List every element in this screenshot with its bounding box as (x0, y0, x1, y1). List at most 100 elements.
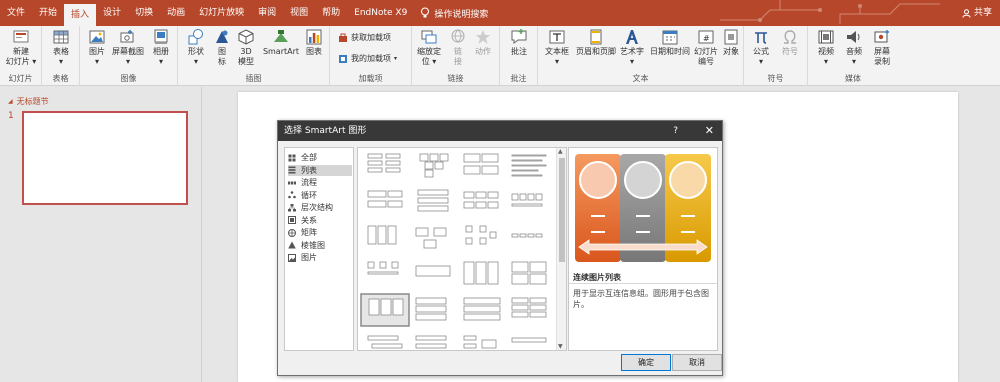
group-comments: 批注 批注 (500, 26, 538, 86)
category-item-3[interactable]: 循环 (288, 190, 352, 201)
icons-button[interactable]: 图 标 (212, 28, 232, 67)
category-item-6[interactable]: 矩阵 (288, 227, 352, 238)
tell-me-box[interactable]: 操作说明搜索 (420, 7, 488, 20)
group-label-comments: 批注 (510, 74, 527, 83)
section-header[interactable]: ◢ 无标题节 (8, 96, 49, 107)
tab-6[interactable]: 幻灯片放映 (192, 0, 251, 26)
equation-button[interactable]: 公式 ▾ (748, 28, 774, 67)
layout-thumbnail-10[interactable] (465, 225, 497, 245)
layout-thumbnail-19[interactable] (511, 297, 547, 318)
layout-thumbnail-22[interactable] (463, 335, 497, 349)
object-button[interactable]: 对象 (720, 28, 742, 57)
layout-thumbnail-1[interactable] (419, 153, 449, 178)
layout-thumbnail-8[interactable] (367, 225, 397, 245)
new-slide-label: 新建 幻灯片 ▾ (5, 47, 37, 66)
scroll-down-icon[interactable]: ▼ (558, 343, 563, 350)
picture-icon (89, 30, 105, 44)
ok-button[interactable]: 确定 (621, 354, 671, 371)
tab-1[interactable]: 开始 (32, 0, 64, 26)
screen-recording-button[interactable]: 屏幕 录制 (870, 28, 894, 67)
3d-models-button[interactable]: 3D 模型 (234, 28, 258, 67)
zoom-button[interactable]: 缩放定 位 ▾ (414, 28, 444, 67)
tab-3[interactable]: 设计 (96, 0, 128, 26)
comment-button[interactable]: 批注 (506, 28, 532, 57)
layout-thumbnail-7[interactable] (511, 193, 543, 207)
tab-10[interactable]: EndNote X9 (347, 0, 414, 26)
link-button[interactable]: 链 接 (448, 28, 468, 67)
layout-thumbnail-6[interactable] (463, 191, 499, 209)
slide-number-button[interactable]: # 幻灯片 编号 (692, 28, 720, 67)
category-item-8[interactable]: 图片 (288, 252, 352, 263)
pictures-button[interactable]: 图片 ▾ (84, 28, 110, 67)
layout-thumbnail-2[interactable] (463, 153, 499, 175)
action-label: 动作 (475, 47, 491, 56)
layout-thumbnail-9[interactable] (415, 227, 447, 249)
table-button[interactable]: 表格 ▾ (47, 28, 75, 67)
scroll-thumb[interactable] (559, 158, 565, 262)
layout-thumbnail-16[interactable] (360, 293, 410, 327)
category-item-1[interactable]: 列表 (288, 164, 352, 176)
group-label-text: 文本 (632, 74, 649, 83)
layout-thumbnail-13[interactable] (415, 265, 451, 277)
symbol-button[interactable]: 符号 (776, 28, 804, 57)
action-button[interactable]: 动作 (470, 28, 496, 57)
screenshot-button[interactable]: 屏幕截图 ▾ (110, 28, 146, 67)
date-time-button[interactable]: 日期和时间 (648, 28, 692, 57)
category-label: 循环 (301, 190, 317, 200)
smartart-icon (274, 30, 288, 42)
tab-9[interactable]: 帮助 (315, 0, 347, 26)
cube-icon (238, 29, 254, 45)
layout-thumbnail-15[interactable] (511, 261, 547, 285)
video-button[interactable]: 视频 ▾ (814, 28, 838, 67)
layout-thumbnail-18[interactable] (463, 297, 501, 321)
layout-description: 用于显示互连信息组。圆形用于包含图片。 (573, 289, 709, 309)
my-addins-button[interactable]: 我的加载项 ▾ (338, 53, 397, 64)
chart-button[interactable]: 图表 (302, 28, 326, 57)
layout-thumbnail-12[interactable] (367, 261, 399, 275)
group-images: 图片 ▾ 屏幕截图 ▾ 相册 ▾ 图像 (80, 26, 178, 86)
help-button[interactable]: ? (673, 121, 678, 141)
category-item-2[interactable]: 流程 (288, 177, 352, 188)
textbox-button[interactable]: 文本框 ▾ (542, 28, 572, 67)
tab-7[interactable]: 审阅 (251, 0, 283, 26)
layout-thumbnail-5[interactable] (417, 189, 449, 212)
cancel-button[interactable]: 取消 (672, 354, 722, 371)
audio-button[interactable]: 音频 ▾ (842, 28, 866, 67)
dialog-title: 选择 SmartArt 图形 (278, 121, 722, 141)
chart-icon (306, 29, 322, 45)
tab-8[interactable]: 视图 (283, 0, 315, 26)
layout-thumbnail-3[interactable] (511, 154, 547, 177)
smartart-button[interactable]: SmartArt (262, 28, 300, 57)
album-button[interactable]: 相册 ▾ (148, 28, 174, 67)
category-item-0[interactable]: 全部 (288, 152, 352, 163)
share-button[interactable]: 共享 (962, 0, 992, 26)
tab-0[interactable]: 文件 (0, 0, 32, 26)
layout-thumbnail-4[interactable] (367, 190, 403, 208)
layout-thumbnail-23[interactable] (511, 337, 547, 343)
layout-thumbnail-17[interactable] (415, 297, 447, 321)
close-button[interactable]: ✕ (705, 121, 714, 141)
group-label-symbols: 符号 (767, 74, 784, 83)
layout-thumbnail-20[interactable] (367, 335, 403, 349)
slide-thumbnail[interactable] (22, 111, 188, 205)
new-slide-button[interactable]: 新建 幻灯片 ▾ (4, 28, 38, 67)
wordart-button[interactable]: 艺术字 ▾ (618, 28, 646, 67)
header-footer-button[interactable]: 页眉和页脚 (574, 28, 618, 57)
smartart-label: SmartArt (262, 47, 300, 56)
scroll-up-icon[interactable]: ▲ (558, 148, 563, 155)
category-item-5[interactable]: 关系 (288, 215, 352, 226)
gallery-scrollbar[interactable]: ▲ ▼ (556, 148, 566, 350)
layout-thumbnail-0[interactable] (367, 153, 401, 173)
tab-4[interactable]: 切换 (128, 0, 160, 26)
shapes-button[interactable]: 形状 ▾ (184, 28, 208, 67)
layout-thumbnail-14[interactable] (463, 261, 499, 285)
powerpoint-window: 文件 开始 插入 设计 切换 动画 幻灯片放映 审阅 视图 帮助 EndNote X9 操作说明搜索… (0, 0, 1000, 382)
category-item-7[interactable]: 棱锥图 (288, 240, 352, 251)
category-item-4[interactable]: 层次结构 (288, 202, 352, 213)
layout-thumbnail-21[interactable] (415, 335, 447, 349)
tab-2[interactable]: 插入 (64, 4, 97, 26)
preview-picture-circle-1 (579, 161, 617, 199)
tab-5[interactable]: 动画 (160, 0, 192, 26)
get-addins-button[interactable]: 获取加载项 (338, 32, 391, 43)
layout-thumbnail-11[interactable] (511, 233, 543, 238)
